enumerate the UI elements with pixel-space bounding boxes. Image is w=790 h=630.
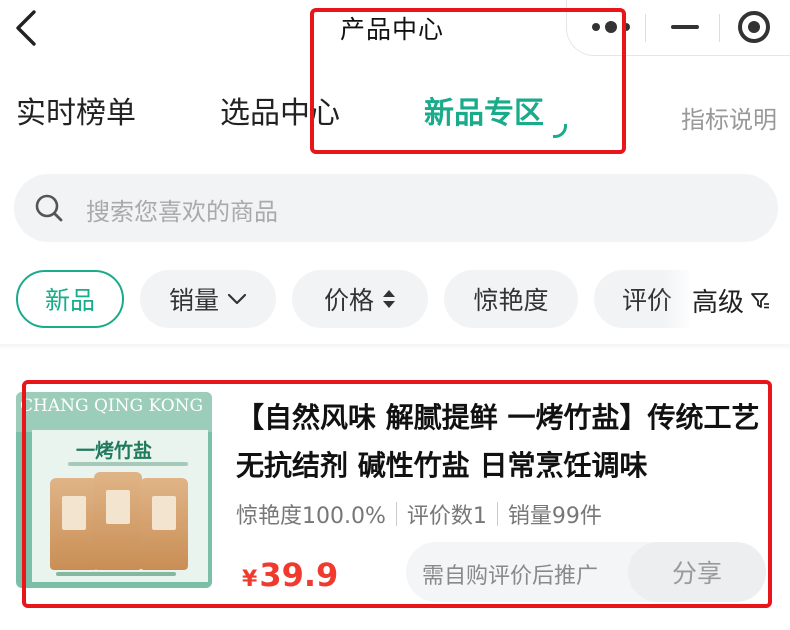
tab-realtime-ranking[interactable]: 实时榜单 <box>16 88 136 132</box>
product-image-footer <box>56 572 176 576</box>
capsule-divider <box>645 14 646 42</box>
price-value: 39.9 <box>259 556 339 594</box>
page-title: 产品中心 <box>340 15 445 44</box>
mini-program-capsule <box>566 0 790 56</box>
stat-sales: 销量99件 <box>507 504 602 529</box>
search-input[interactable]: 搜索您喜欢的商品 <box>14 174 778 242</box>
more-dots-icon[interactable] <box>589 12 633 42</box>
product-title[interactable]: 【自然风味 解腻提鲜 一烤竹盐】传统工艺 无抗结剂 碱性竹盐 日常烹饪调味 <box>236 394 776 490</box>
chevron-left-icon <box>16 10 36 46</box>
product-stats: 惊艳度100.0% 评价数1 销量99件 <box>236 498 602 530</box>
capsule-divider <box>719 14 720 42</box>
filter-price[interactable]: 价格 <box>292 270 428 328</box>
sort-updown-icon <box>383 290 395 308</box>
filter-new[interactable]: 新品 <box>16 270 124 328</box>
advanced-filter-label: 高级 <box>692 288 745 318</box>
product-bag-image <box>140 478 188 570</box>
share-button[interactable]: 分享 <box>628 542 766 602</box>
search-icon <box>35 194 63 222</box>
product-card[interactable]: CHANG QING KONG 一烤竹盐 【自然风味 解腻提鲜 一烤竹盐】传统工… <box>14 382 774 604</box>
filter-amazement[interactable]: 惊艳度 <box>444 270 578 328</box>
filter-sales[interactable]: 销量 <box>140 270 276 328</box>
product-bag-image <box>94 472 142 570</box>
tab-product-selection[interactable]: 选品中心 <box>220 88 340 132</box>
product-bag-image <box>50 478 98 570</box>
search-placeholder: 搜索您喜欢的商品 <box>86 198 278 226</box>
tab-new-products[interactable]: 新品专区 <box>424 88 544 132</box>
product-image-tagline <box>68 462 188 466</box>
price-currency: ¥ <box>242 567 258 592</box>
stat-separator <box>395 502 397 526</box>
filter-fade <box>664 264 694 336</box>
advanced-filter-button[interactable]: 高级 <box>692 282 770 319</box>
back-button[interactable] <box>6 6 46 50</box>
top-bar: 产品中心 <box>0 0 790 60</box>
product-price: ¥ 39.9 <box>242 556 338 594</box>
product-image-brand: CHANG QING KONG <box>20 396 204 416</box>
filter-amazement-label: 惊艳度 <box>473 286 549 315</box>
stat-separator <box>496 502 498 526</box>
close-target-icon[interactable] <box>735 8 773 46</box>
promote-action-bar: 需自购评价后推广 分享 <box>406 542 766 602</box>
filter-new-label: 新品 <box>44 286 95 315</box>
promote-hint: 需自购评价后推广 <box>422 564 599 589</box>
product-image[interactable]: CHANG QING KONG 一烤竹盐 <box>16 392 212 588</box>
stat-review-count: 评价数1 <box>406 504 487 529</box>
filter-icon <box>751 292 770 308</box>
section-divider <box>0 344 790 350</box>
filter-price-label: 价格 <box>323 286 374 315</box>
metrics-help-link[interactable]: 指标说明 <box>681 100 777 135</box>
chevron-down-icon <box>227 293 247 305</box>
filter-sales-label: 销量 <box>168 286 219 315</box>
minimize-icon[interactable] <box>663 12 707 42</box>
product-image-name: 一烤竹盐 <box>76 440 153 462</box>
stat-amazement: 惊艳度100.0% <box>236 504 386 529</box>
tab-bar: 实时榜单 选品中心 新品专区 <box>0 88 790 148</box>
product-center-page: 产品中心 实时榜单 选品中心 新品专区 指标说明 搜索您喜欢的商品 新品 销量 … <box>0 0 790 630</box>
